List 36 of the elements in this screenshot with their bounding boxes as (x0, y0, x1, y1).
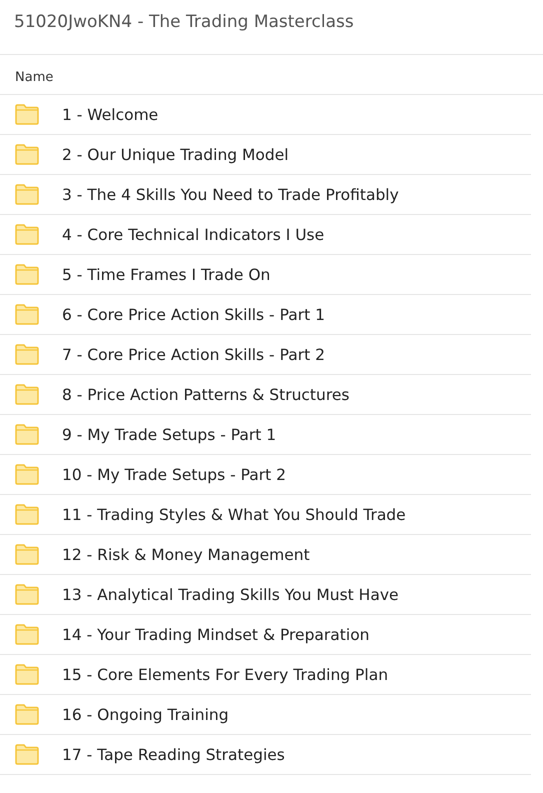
folder-icon (15, 384, 39, 405)
folder-name[interactable]: 10 - My Trade Setups - Part 2 (62, 466, 286, 484)
folder-icon (15, 224, 39, 245)
folder-icon (15, 704, 39, 725)
folder-name[interactable]: 1 - Welcome (62, 106, 158, 124)
folder-name[interactable]: 14 - Your Trading Mindset & Preparation (62, 626, 370, 644)
folder-name[interactable]: 16 - Ongoing Training (62, 706, 229, 724)
folder-name[interactable]: 17 - Tape Reading Strategies (62, 746, 285, 764)
folder-name[interactable]: 3 - The 4 Skills You Need to Trade Profitably (62, 186, 399, 204)
folder-icon (15, 544, 39, 565)
folder-icon (15, 424, 39, 445)
folder-icon (15, 664, 39, 685)
folder-icon (15, 584, 39, 605)
folder-icon (15, 344, 39, 365)
folder-name[interactable]: 15 - Core Elements For Every Trading Plan (62, 666, 388, 684)
folder-name[interactable]: 9 - My Trade Setups - Part 1 (62, 426, 276, 444)
column-header[interactable]: Name (15, 70, 54, 85)
folder-name[interactable]: 2 - Our Unique Trading Model (62, 146, 289, 164)
folder-icon (15, 184, 39, 205)
folder-icon (15, 264, 39, 285)
folder-name[interactable]: 13 - Analytical Trading Skills You Must Have (62, 586, 399, 604)
folder-icon (15, 464, 39, 485)
folder-name[interactable]: 12 - Risk & Money Management (62, 546, 310, 564)
folder-name[interactable]: 4 - Core Technical Indicators I Use (62, 226, 324, 244)
folder-icon (15, 504, 39, 525)
folder-name[interactable]: 8 - Price Action Patterns & Structures (62, 386, 350, 404)
folder-icon (15, 744, 39, 765)
folder-name[interactable]: 11 - Trading Styles & What You Should Trade (62, 506, 406, 524)
folder-icon (15, 624, 39, 645)
folder-icon (15, 144, 39, 165)
folder-icon (15, 104, 39, 125)
folder-icon (15, 304, 39, 325)
folder-title: 51020JwoKN4 - The Trading Masterclass (0, 0, 543, 55)
folder-name[interactable]: 6 - Core Price Action Skills - Part 1 (62, 306, 325, 324)
folder-name[interactable]: 7 - Core Price Action Skills - Part 2 (62, 346, 325, 364)
folder-name[interactable]: 5 - Time Frames I Trade On (62, 266, 270, 284)
